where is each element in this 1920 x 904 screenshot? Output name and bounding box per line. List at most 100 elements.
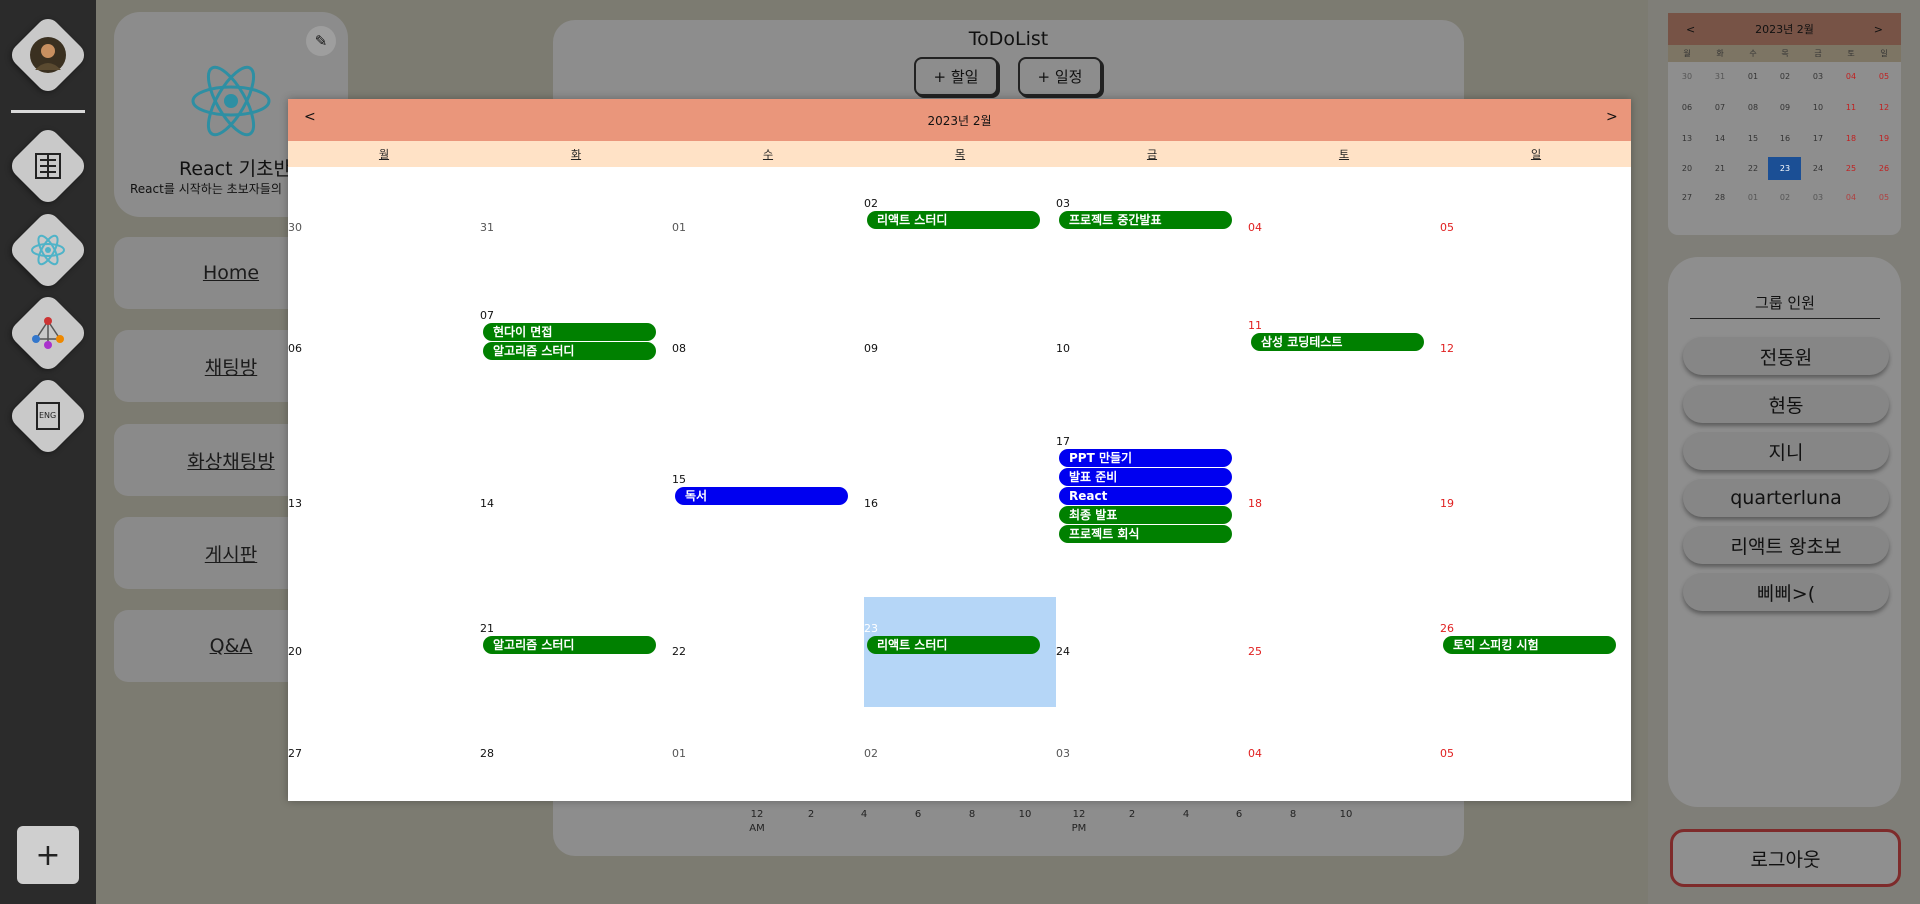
mini-day[interactable]: 21	[1705, 164, 1735, 173]
mini-day[interactable]: 05	[1869, 193, 1899, 202]
calendar-day-number[interactable]: 01	[672, 221, 686, 234]
mini-day[interactable]: 26	[1869, 164, 1899, 173]
add-todo-button[interactable]: + 할일	[914, 57, 998, 96]
mini-day[interactable]: 09	[1770, 103, 1800, 112]
mini-day[interactable]: 23	[1770, 164, 1800, 173]
mini-day[interactable]: 24	[1803, 164, 1833, 173]
mini-day[interactable]: 16	[1770, 134, 1800, 143]
mini-day[interactable]: 15	[1738, 134, 1768, 143]
calendar-day-number[interactable]: 27	[288, 747, 302, 760]
calendar-day-number[interactable]: 07	[480, 309, 494, 322]
calendar-day-number[interactable]: 06	[288, 342, 302, 355]
calendar-event[interactable]: 토익 스피킹 시험	[1443, 635, 1616, 654]
mini-day[interactable]: 08	[1738, 103, 1768, 112]
mini-day[interactable]: 30	[1672, 72, 1702, 81]
calendar-prev-button[interactable]: <	[304, 109, 316, 125]
logout-button[interactable]: 로그아웃	[1670, 829, 1901, 887]
calendar-event[interactable]: 알고리즘 스터디	[483, 342, 656, 360]
mini-day[interactable]: 14	[1705, 134, 1735, 143]
mini-day[interactable]: 12	[1869, 103, 1899, 112]
calendar-event[interactable]: 알고리즘 스터디	[483, 635, 656, 654]
calendar-day-number[interactable]: 02	[864, 197, 878, 210]
calendar-day-number[interactable]: 10	[1056, 342, 1070, 355]
mini-day[interactable]: 10	[1803, 103, 1833, 112]
calendar-event[interactable]: 최종 발표	[1059, 506, 1232, 524]
member-item[interactable]: 현동	[1683, 385, 1889, 423]
calendar-day-number[interactable]: 24	[1056, 645, 1070, 658]
mini-day[interactable]: 22	[1738, 164, 1768, 173]
calendar-day-number[interactable]: 18	[1248, 497, 1262, 510]
calendar-event[interactable]: 리액트 스터디	[867, 211, 1040, 229]
calendar-day-number[interactable]: 05	[1440, 747, 1454, 760]
calendar-event[interactable]: 리액트 스터디	[867, 635, 1040, 654]
calendar-day-number[interactable]: 21	[480, 622, 494, 635]
calendar-day-number[interactable]: 03	[1056, 747, 1070, 760]
calendar-day-number[interactable]: 17	[1056, 435, 1070, 448]
timeline-label: 8	[1278, 808, 1308, 822]
member-item[interactable]: quarterluna	[1683, 479, 1889, 517]
calendar-day-number[interactable]: 09	[864, 342, 878, 355]
mini-day[interactable]: 06	[1672, 103, 1702, 112]
calendar-day-number[interactable]: 12	[1440, 342, 1454, 355]
mini-day[interactable]: 25	[1836, 164, 1866, 173]
calendar-day-number[interactable]: 20	[288, 645, 302, 658]
mini-day[interactable]: 05	[1869, 72, 1899, 81]
mini-day[interactable]: 07	[1705, 103, 1735, 112]
calendar-day-number[interactable]: 08	[672, 342, 686, 355]
calendar-day-number[interactable]: 13	[288, 497, 302, 510]
add-group-button[interactable]: +	[17, 826, 79, 884]
calendar-next-button[interactable]: >	[1606, 109, 1618, 125]
calendar-day-number[interactable]: 30	[288, 221, 302, 234]
mini-day[interactable]: 04	[1836, 72, 1866, 81]
calendar-day-number[interactable]: 04	[1248, 221, 1262, 234]
calendar-day-number[interactable]: 15	[672, 473, 686, 486]
mini-day[interactable]: 11	[1836, 103, 1866, 112]
member-item[interactable]: 전동원	[1683, 337, 1889, 375]
member-item[interactable]: 지니	[1683, 432, 1889, 470]
calendar-day-number[interactable]: 02	[864, 747, 878, 760]
mini-day[interactable]: 27	[1672, 193, 1702, 202]
mini-day[interactable]: 02	[1770, 72, 1800, 81]
mini-day[interactable]: 18	[1836, 134, 1866, 143]
calendar-day-number[interactable]: 14	[480, 497, 494, 510]
mini-day[interactable]: 03	[1803, 72, 1833, 81]
calendar-event[interactable]: 현다이 면접	[483, 323, 656, 341]
calendar-day-number[interactable]: 19	[1440, 497, 1454, 510]
calendar-event[interactable]: 발표 준비	[1059, 468, 1232, 486]
calendar-day-number[interactable]: 16	[864, 497, 878, 510]
mini-day[interactable]: 01	[1738, 193, 1768, 202]
calendar-day-number[interactable]: 05	[1440, 221, 1454, 234]
calendar-day-number[interactable]: 26	[1440, 622, 1454, 635]
mini-prev-button[interactable]: <	[1686, 23, 1695, 36]
mini-day[interactable]: 28	[1705, 193, 1735, 202]
calendar-day-number[interactable]: 28	[480, 747, 494, 760]
calendar-event[interactable]: 프로젝트 회식	[1059, 525, 1232, 543]
mini-day[interactable]: 17	[1803, 134, 1833, 143]
mini-day[interactable]: 19	[1869, 134, 1899, 143]
mini-day[interactable]: 01	[1738, 72, 1768, 81]
mini-day[interactable]: 03	[1803, 193, 1833, 202]
calendar-day-number[interactable]: 25	[1248, 645, 1262, 658]
calendar-event[interactable]: 독서	[675, 487, 848, 505]
calendar-event[interactable]: 프로젝트 중간발표	[1059, 211, 1232, 229]
mini-day[interactable]: 04	[1836, 193, 1866, 202]
mini-day[interactable]: 20	[1672, 164, 1702, 173]
calendar-day-number[interactable]: 01	[672, 747, 686, 760]
mini-day[interactable]: 13	[1672, 134, 1702, 143]
calendar-event[interactable]: React	[1059, 487, 1232, 505]
calendar-day-number[interactable]: 11	[1248, 319, 1262, 332]
calendar-day-number[interactable]: 22	[672, 645, 686, 658]
mini-day[interactable]: 02	[1770, 193, 1800, 202]
calendar-event[interactable]: 삼성 코딩테스트	[1251, 332, 1424, 351]
edit-group-button[interactable]: ✎	[306, 26, 336, 56]
mini-day[interactable]: 31	[1705, 72, 1735, 81]
calendar-day-number[interactable]: 23	[864, 622, 878, 635]
mini-next-button[interactable]: >	[1874, 23, 1883, 36]
calendar-event[interactable]: PPT 만들기	[1059, 449, 1232, 467]
add-schedule-button[interactable]: + 일정	[1018, 57, 1102, 96]
calendar-day-number[interactable]: 03	[1056, 197, 1070, 210]
calendar-day-number[interactable]: 31	[480, 221, 494, 234]
calendar-day-number[interactable]: 04	[1248, 747, 1262, 760]
member-item[interactable]: 삐삐>(	[1683, 573, 1889, 611]
member-item[interactable]: 리액트 왕초보	[1683, 526, 1889, 564]
